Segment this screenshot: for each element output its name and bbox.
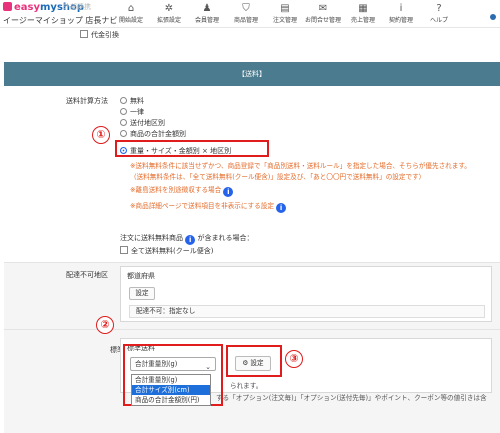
- table-icon: ▦: [358, 3, 368, 14]
- annotation-number-3: ③: [285, 350, 303, 368]
- undeliverable-value: 配達不可：指定なし: [129, 305, 485, 318]
- nav-item-7[interactable]: i 契約管理: [382, 3, 420, 24]
- info-icon[interactable]: i: [185, 235, 196, 245]
- nav-item-8[interactable]: ? ヘルプ: [420, 3, 458, 24]
- undeliverable-label: 配達不可地区: [66, 271, 108, 279]
- nav-label: 契約管理: [388, 17, 413, 24]
- remote-island-note[interactable]: ※離島送料を別途徴収する場合 i: [130, 184, 234, 197]
- annotation-number-1: ①: [92, 126, 110, 144]
- help-icon: ?: [436, 3, 442, 14]
- annotation-number-2: ②: [96, 316, 114, 334]
- info-icon[interactable]: i: [223, 187, 234, 197]
- radio-total-price[interactable]: [120, 130, 127, 137]
- standard-method-selected: 合計重量別(g): [135, 360, 178, 368]
- radio-free[interactable]: [120, 97, 127, 104]
- nav-label: 会員管理: [194, 17, 219, 24]
- shipping-option-total-price[interactable]: 商品の合計金額別: [120, 129, 186, 139]
- nav-label: 商品管理: [233, 17, 258, 24]
- nav-label: 注文管理: [272, 17, 297, 24]
- all-free-option[interactable]: 全て送料無料(クール便含): [120, 246, 213, 256]
- standard-hint-2: する「オプション(注文毎)」「オプション(送付先毎)」やポイント、クーポン等の値…: [216, 394, 487, 402]
- section-header: 【送料】: [4, 62, 500, 86]
- mail-icon: ✉: [318, 3, 328, 14]
- shipping-option-region[interactable]: 送付地区別: [120, 118, 165, 128]
- hide-shipping-note[interactable]: ※商品詳細ページで送料項目を非表示にする設定 i: [130, 200, 287, 213]
- nav-label: ヘルプ: [429, 17, 448, 24]
- cod-label: 代金引換: [91, 31, 119, 39]
- cart-indicator-icon[interactable]: [490, 14, 496, 20]
- shipping-method-label: 送料計算方法: [66, 97, 108, 105]
- cod-checkbox[interactable]: [80, 30, 88, 38]
- annotation-box-1: [115, 140, 269, 157]
- nav-label: 拡張設定: [156, 17, 181, 24]
- nav-item-6[interactable]: ▦ 売上管理: [344, 3, 382, 24]
- nav-item-4[interactable]: ▤ 注文管理: [266, 3, 304, 24]
- info-icon: i: [399, 3, 403, 14]
- cod-option[interactable]: 代金引換: [80, 30, 119, 40]
- info-icon[interactable]: i: [276, 203, 287, 213]
- nav-item-3[interactable]: ⛉ 商品管理: [227, 3, 265, 24]
- standard-method-select[interactable]: 合計重量別(g) ⌄: [130, 357, 216, 371]
- nav-item-0[interactable]: ⌂ 開始設定: [112, 3, 150, 24]
- chevron-down-icon: ⌄: [205, 363, 211, 371]
- shop-name: イージーマイショップ 店長ナビ: [3, 16, 118, 25]
- gear-icon: ⚙: [242, 359, 249, 367]
- nav-item-1[interactable]: ✲ 拡張設定: [150, 3, 188, 24]
- radio-region[interactable]: [120, 119, 127, 126]
- standard-method-dropdown[interactable]: 合計重量別(g) 合計サイズ別(cm) 商品の合計金額別(円): [131, 374, 211, 406]
- faded-menu-label: 外部連携: [63, 3, 91, 11]
- shipping-option-flat[interactable]: 一律: [120, 107, 144, 117]
- standard-hint-1: られます。: [230, 382, 263, 390]
- dropdown-option-size[interactable]: 合計サイズ別(cm): [132, 385, 210, 395]
- document-icon: ▤: [280, 3, 290, 14]
- person-icon: ♟: [202, 3, 212, 14]
- nav-item-5[interactable]: ✉ お問合せ管理: [304, 3, 342, 24]
- dropdown-option-weight[interactable]: 合計重量別(g): [132, 375, 210, 385]
- gear-icon: ✲: [164, 3, 174, 14]
- prefecture-fieldset-title: 都道府県: [127, 272, 155, 280]
- shirt-icon: ⛉: [242, 3, 250, 14]
- free-condition-note: （送料無料条件は、「全て送料無料(クール便含)」設定及び、「あと〇〇円で送料無料…: [130, 173, 426, 181]
- priority-note: ※送料無料条件に該当せずかつ、商品登録で「商品別送料・送料ルール」を指定した場合…: [130, 162, 471, 170]
- logo-mark-icon: [3, 2, 12, 11]
- dropdown-option-total-price[interactable]: 商品の合計金額別(円): [132, 395, 210, 405]
- prefecture-settings-button[interactable]: 設定: [129, 287, 155, 300]
- all-free-checkbox[interactable]: [120, 246, 128, 254]
- prefecture-fieldset: 都道府県 設定 配達不可：指定なし: [120, 266, 492, 322]
- nav-label: 開始設定: [118, 17, 143, 24]
- nav-label: お問合せ管理: [304, 17, 341, 24]
- house-icon: ⌂: [127, 3, 135, 14]
- top-navigation-bar: easymyshop 外部連携 イージーマイショップ 店長ナビ ⌂ 開始設定 ✲ 拡張…: [0, 0, 500, 28]
- shipping-option-free[interactable]: 無料: [120, 96, 144, 106]
- standard-settings-button[interactable]: ⚙ 設定: [235, 356, 271, 371]
- logo-text-easy: easy: [14, 2, 41, 13]
- free-item-condition: 注文に送料無料商品 i が含まれる場合：: [120, 234, 254, 245]
- radio-flat[interactable]: [120, 108, 127, 115]
- nav-label: 売上管理: [350, 17, 375, 24]
- nav-item-2[interactable]: ♟ 会員管理: [188, 3, 226, 24]
